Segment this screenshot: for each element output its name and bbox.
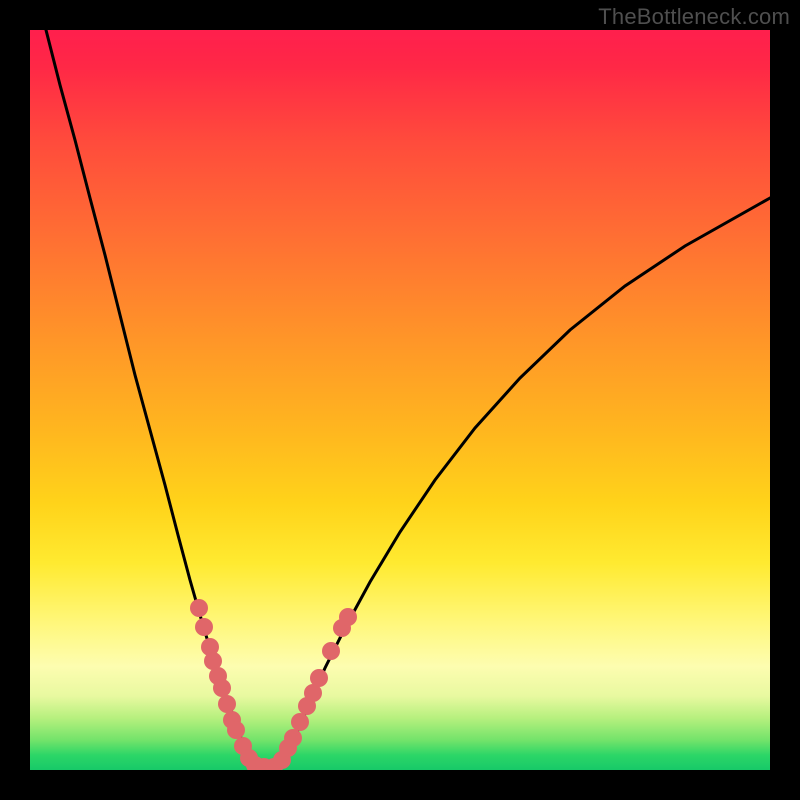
curve-marker [195,618,213,636]
curve-marker [218,695,236,713]
bottleneck-curve-plot [30,30,770,770]
curve-marker [213,679,231,697]
curve-marker [322,642,340,660]
curve-marker [190,599,208,617]
curve-marker [227,721,245,739]
curve-marker [284,729,302,747]
curve-marker [291,713,309,731]
curve-marker [310,669,328,687]
curve-marker [339,608,357,626]
bottleneck-curve [46,30,770,768]
curve-markers [190,599,357,770]
watermark-text: TheBottleneck.com [598,4,790,30]
plot-frame [30,30,770,770]
